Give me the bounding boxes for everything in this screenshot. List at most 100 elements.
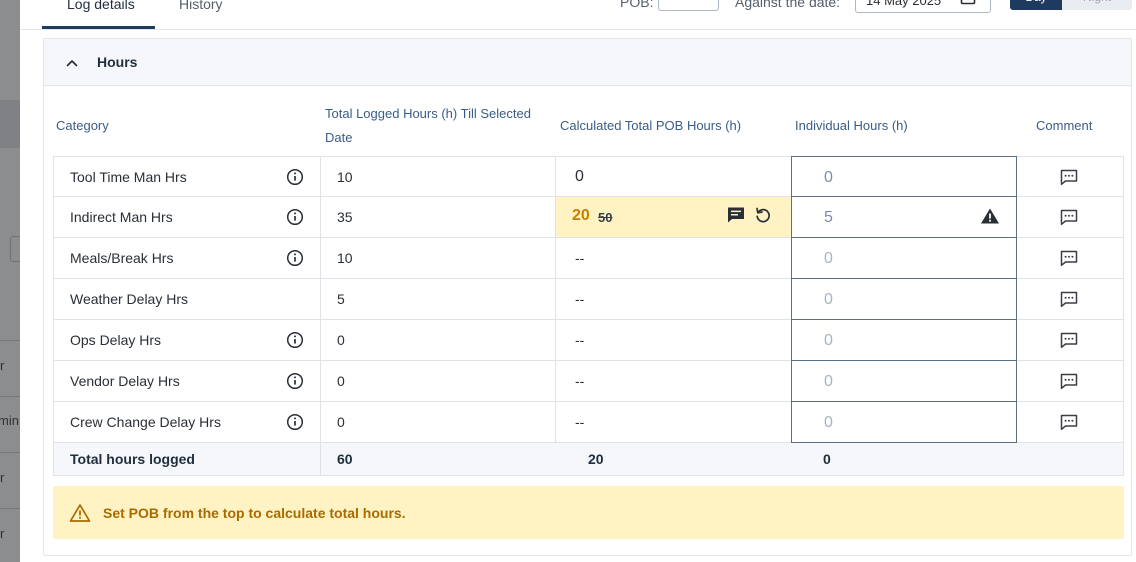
backdrop-field [10, 236, 20, 262]
warning-banner: Set POB from the top to calculate total … [53, 486, 1124, 539]
comment-bubble-icon[interactable] [1059, 168, 1079, 186]
table-row: Vendor Delay Hrs 0 -- 0 [53, 360, 1124, 402]
category-cell: Crew Change Delay Hrs [54, 402, 321, 442]
info-circle-icon[interactable] [286, 331, 304, 349]
category-label: Vendor Delay Hrs [70, 373, 180, 389]
totals-individual-value: 0 [823, 451, 831, 467]
comment-bubble-icon[interactable] [1059, 372, 1079, 390]
calculated-cell: 0 [556, 157, 791, 197]
individual-value: 0 [824, 414, 833, 431]
shift-toggle: Day Night [1010, 0, 1132, 10]
table-row: Crew Change Delay Hrs 0 -- 0 [53, 401, 1124, 443]
category-cell: Tool Time Man Hrs [54, 157, 321, 197]
logged-cell: 10 [321, 238, 556, 278]
pob-input[interactable] [658, 0, 719, 11]
shift-day-button[interactable]: Day [1010, 0, 1062, 10]
totals-logged-cell: 60 [321, 443, 556, 475]
backdrop-divider [0, 340, 20, 341]
individual-hours-input[interactable]: 0 [791, 401, 1017, 443]
col-header-logged: Total Logged Hours (h) Till Selected Dat… [325, 106, 531, 145]
category-label: Weather Delay Hrs [70, 291, 189, 307]
individual-hours-input[interactable]: 0 [791, 360, 1017, 402]
calculated-old-value: 50 [598, 210, 613, 225]
table-row: Tool Time Man Hrs 10 0 0 [53, 156, 1124, 198]
shift-night-button[interactable]: Night [1062, 0, 1132, 10]
backdrop-divider [0, 508, 20, 509]
individual-hours-input[interactable]: 0 [791, 156, 1017, 198]
individual-hours-input[interactable]: 5 [791, 196, 1017, 238]
comment-bubble-icon[interactable] [1059, 331, 1079, 349]
info-circle-icon[interactable] [286, 372, 304, 390]
calculated-cell: -- [556, 279, 791, 319]
col-header-calculated: Calculated Total POB Hours (h) [560, 118, 742, 133]
logged-cell: 35 [321, 197, 556, 237]
comment-cell [1017, 320, 1124, 360]
category-cell: Indirect Man Hrs [54, 197, 321, 237]
category-label: Meals/Break Hrs [70, 250, 174, 266]
category-label: Crew Change Delay Hrs [70, 414, 221, 430]
backdrop-divider [0, 396, 20, 397]
calculated-cell: -- [556, 361, 791, 401]
individual-hours-input[interactable]: 0 [791, 237, 1017, 279]
calculated-cell: -- [556, 238, 791, 278]
info-circle-icon[interactable] [286, 168, 304, 186]
pob-label: POB: [620, 0, 654, 10]
tab-history[interactable]: History [179, 0, 223, 12]
calculated-value: -- [575, 332, 585, 348]
logged-value: 0 [337, 373, 345, 389]
individual-value: 0 [824, 291, 833, 308]
individual-value: 0 [824, 169, 833, 186]
totals-calculated-value: 20 [588, 451, 604, 467]
backdrop-text: r [0, 358, 5, 373]
tab-log-details[interactable]: Log details [67, 0, 135, 12]
backdrop-divider [0, 452, 20, 453]
logged-value: 10 [337, 250, 353, 266]
date-picker[interactable]: 14 May 2025 [855, 0, 991, 13]
comment-bubble-icon[interactable] [1059, 208, 1079, 226]
comment-bubble-icon[interactable] [1059, 249, 1079, 267]
info-circle-icon[interactable] [286, 413, 304, 431]
backdrop-band [0, 100, 20, 148]
comment-cell [1017, 238, 1124, 278]
calendar-icon[interactable] [960, 0, 976, 5]
chevron-up-icon[interactable] [64, 55, 80, 71]
category-cell: Vendor Delay Hrs [54, 361, 321, 401]
individual-value: 5 [824, 209, 833, 226]
logged-value: 35 [337, 209, 353, 225]
backdrop-text: r [0, 470, 5, 485]
warning-triangle-icon [981, 208, 999, 224]
hours-section: Hours Category Total Logged Hours (h) Ti… [43, 38, 1132, 556]
date-label: Against the date: [735, 0, 841, 10]
individual-hours-input[interactable]: 0 [791, 278, 1017, 320]
comment-cell [1017, 157, 1124, 197]
calculated-cell: -- [556, 402, 791, 442]
hours-section-header[interactable]: Hours [44, 39, 1131, 86]
individual-hours-input[interactable]: 0 [791, 319, 1017, 361]
comment-bubble-icon[interactable] [1059, 413, 1079, 431]
backdrop-text: r [0, 526, 5, 541]
calculated-new-value: 20 [572, 207, 590, 224]
table-row: Indirect Man Hrs 35 20 50 5 [53, 196, 1124, 238]
logged-cell: 0 [321, 361, 556, 401]
comment-bubble-icon[interactable] [1059, 290, 1079, 308]
col-header-individual: Individual Hours (h) [795, 118, 908, 133]
table-row: Meals/Break Hrs 10 -- 0 [53, 237, 1124, 279]
category-cell: Ops Delay Hrs [54, 320, 321, 360]
note-icon[interactable] [726, 206, 746, 224]
reset-icon[interactable] [754, 206, 772, 224]
warning-text: Set POB from the top to calculate total … [103, 505, 406, 521]
date-value: 14 May 2025 [866, 0, 942, 8]
category-cell: Meals/Break Hrs [54, 238, 321, 278]
category-label: Tool Time Man Hrs [70, 169, 187, 185]
section-title: Hours [97, 54, 138, 70]
tab-bar: Log details History POB: Against the dat… [20, 0, 1136, 30]
comment-cell [1017, 402, 1124, 442]
info-circle-icon[interactable] [286, 208, 304, 226]
warning-triangle-icon [69, 504, 91, 522]
table-row: Weather Delay Hrs 5 -- 0 [53, 278, 1124, 320]
logged-cell: 5 [321, 279, 556, 319]
comment-cell [1017, 197, 1124, 237]
individual-value: 0 [824, 250, 833, 267]
info-circle-icon[interactable] [286, 249, 304, 267]
table-row: Ops Delay Hrs 0 -- 0 [53, 319, 1124, 361]
